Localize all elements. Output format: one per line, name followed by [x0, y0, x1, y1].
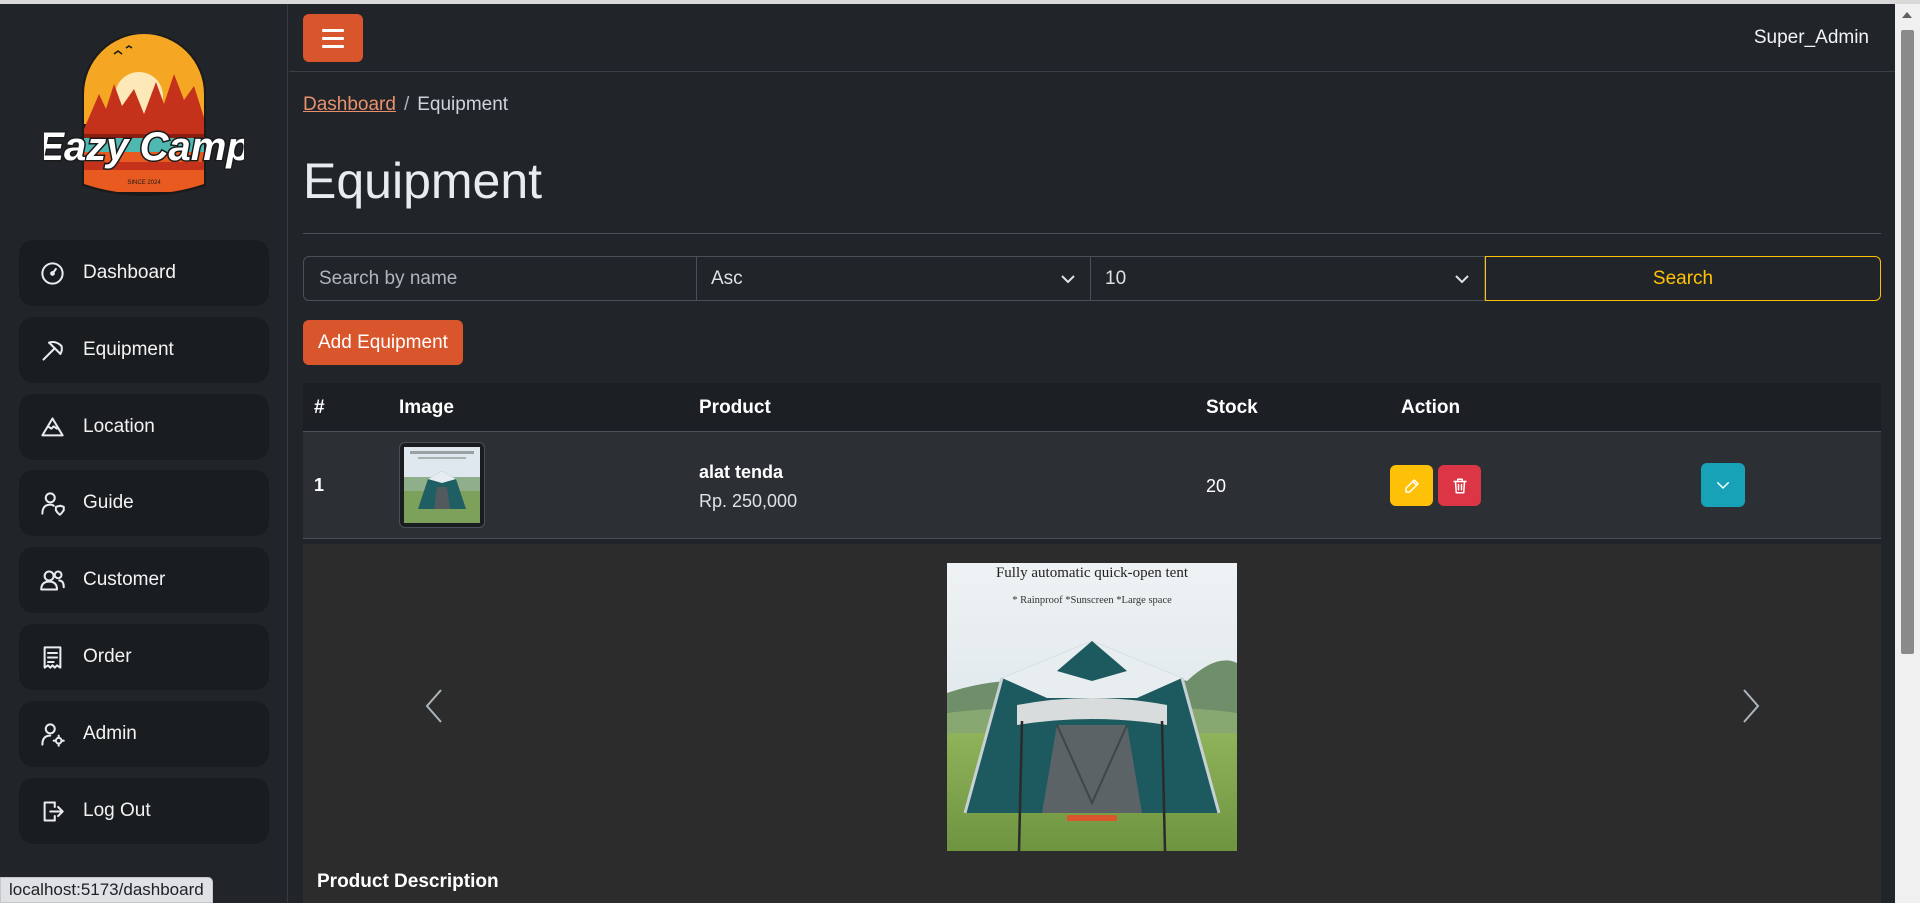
carousel-prev-button[interactable] — [421, 686, 445, 726]
product-description-heading: Product Description — [317, 871, 499, 892]
equipment-table: # Image Product Stock Action 1 alat tend… — [303, 383, 1881, 539]
sidebar-item-label: Location — [83, 416, 155, 437]
sidebar-item-customer[interactable]: Customer — [19, 547, 269, 613]
logo-since: SINCE 2024 — [127, 180, 161, 186]
sidebar-item-dashboard[interactable]: Dashboard — [19, 240, 269, 306]
person-gear-icon — [41, 722, 65, 747]
receipt-icon — [43, 645, 62, 669]
carousel-next-button[interactable] — [1740, 686, 1764, 726]
scrollbar-thumb[interactable] — [1901, 30, 1914, 654]
chevron-down-icon — [1717, 482, 1729, 489]
sidebar-item-guide[interactable]: Guide — [19, 470, 269, 536]
breadcrumb-current: Equipment — [417, 94, 509, 115]
page-size-select[interactable]: 10 — [1091, 256, 1485, 301]
table-header: # Image Product Stock Action — [303, 383, 1881, 432]
chevron-down-icon — [1455, 274, 1469, 283]
hamburger-icon — [322, 28, 344, 32]
chevron-right-icon — [1743, 689, 1760, 723]
sidebar-item-label: Guide — [83, 492, 134, 513]
user-name[interactable]: Super_Admin — [1754, 27, 1869, 49]
image-subcaption: * Rainproof *Sunscreen *Large space — [1012, 595, 1172, 606]
expanded-row-details: Fully automatic quick-open tent * Rainpr… — [303, 544, 1881, 903]
sidebar-item-label: Order — [83, 646, 132, 667]
sort-order-value: Asc — [711, 267, 743, 289]
image-caption: Fully automatic quick-open tent — [996, 565, 1189, 581]
breadcrumb-dashboard-link[interactable]: Dashboard — [303, 94, 396, 115]
sidebar-item-equipment[interactable]: Equipment — [19, 317, 269, 383]
main-content: Super_Admin Dashboard / Equipment Equipmen… — [289, 4, 1895, 903]
trash-icon — [1452, 478, 1467, 493]
column-header-product: Product — [699, 397, 771, 418]
delete-button[interactable] — [1438, 465, 1481, 506]
sidebar-item-label: Dashboard — [83, 262, 176, 283]
sidebar-item-order[interactable]: Order — [19, 624, 269, 690]
vertical-scrollbar[interactable] — [1895, 4, 1920, 903]
page-title: Equipment — [303, 153, 543, 209]
eazy-camp-logo[interactable]: Eazy Camp SINCE 2024 — [36, 32, 252, 200]
chevron-down-icon — [1061, 274, 1075, 283]
edit-button[interactable] — [1390, 465, 1433, 506]
speedometer-icon — [41, 261, 64, 285]
sort-order-select[interactable]: Asc — [697, 256, 1091, 301]
sidebar: Eazy Camp SINCE 2024 Dashboard Equipment… — [0, 4, 288, 903]
sidebar-item-location[interactable]: Location — [19, 394, 269, 460]
mountain-icon — [41, 416, 64, 436]
row-index: 1 — [314, 475, 325, 495]
search-input[interactable] — [303, 256, 697, 301]
person-shield-icon — [41, 491, 65, 516]
sidebar-item-logout[interactable]: Log Out — [19, 778, 269, 844]
people-icon — [40, 569, 65, 591]
product-thumbnail[interactable] — [399, 442, 485, 528]
product-name: alat tenda — [699, 462, 784, 482]
column-header-image: Image — [399, 397, 454, 418]
box-arrow-right-icon — [43, 800, 64, 822]
sidebar-item-label: Customer — [83, 569, 166, 590]
pencil-square-icon — [1404, 478, 1419, 493]
filter-bar: Asc 10 Search — [303, 256, 1881, 301]
chevron-left-icon — [425, 689, 442, 723]
breadcrumb-separator: / — [403, 94, 410, 115]
status-bar-url: localhost:5173/dashboard — [0, 877, 213, 903]
sidebar-item-label: Equipment — [83, 339, 174, 360]
add-equipment-button[interactable]: Add Equipment — [303, 320, 463, 365]
product-carousel-image: Fully automatic quick-open tent * Rainpr… — [947, 563, 1237, 852]
column-header-index: # — [314, 397, 325, 418]
divider — [303, 233, 1881, 234]
expand-row-button[interactable] — [1701, 463, 1745, 507]
column-header-stock: Stock — [1206, 397, 1258, 418]
table-row: 1 alat tenda Rp. 250,000 20 — [303, 432, 1881, 539]
column-header-action: Action — [1401, 397, 1461, 418]
hamburger-menu-button[interactable] — [303, 14, 363, 62]
product-stock: 20 — [1206, 476, 1227, 496]
product-price: Rp. 250,000 — [699, 491, 798, 511]
breadcrumb: Dashboard / Equipment — [303, 94, 508, 116]
logo-wordmark: Eazy Camp — [44, 125, 244, 169]
top-navbar: Super_Admin — [289, 4, 1895, 72]
sidebar-item-label: Admin — [83, 723, 137, 744]
page-size-value: 10 — [1105, 267, 1127, 289]
pickaxe-icon — [42, 340, 63, 361]
sidebar-item-admin[interactable]: Admin — [19, 701, 269, 767]
scroll-up-arrow-icon[interactable] — [1902, 12, 1912, 18]
search-button[interactable]: Search — [1485, 256, 1881, 301]
sidebar-item-label: Log Out — [83, 800, 151, 821]
